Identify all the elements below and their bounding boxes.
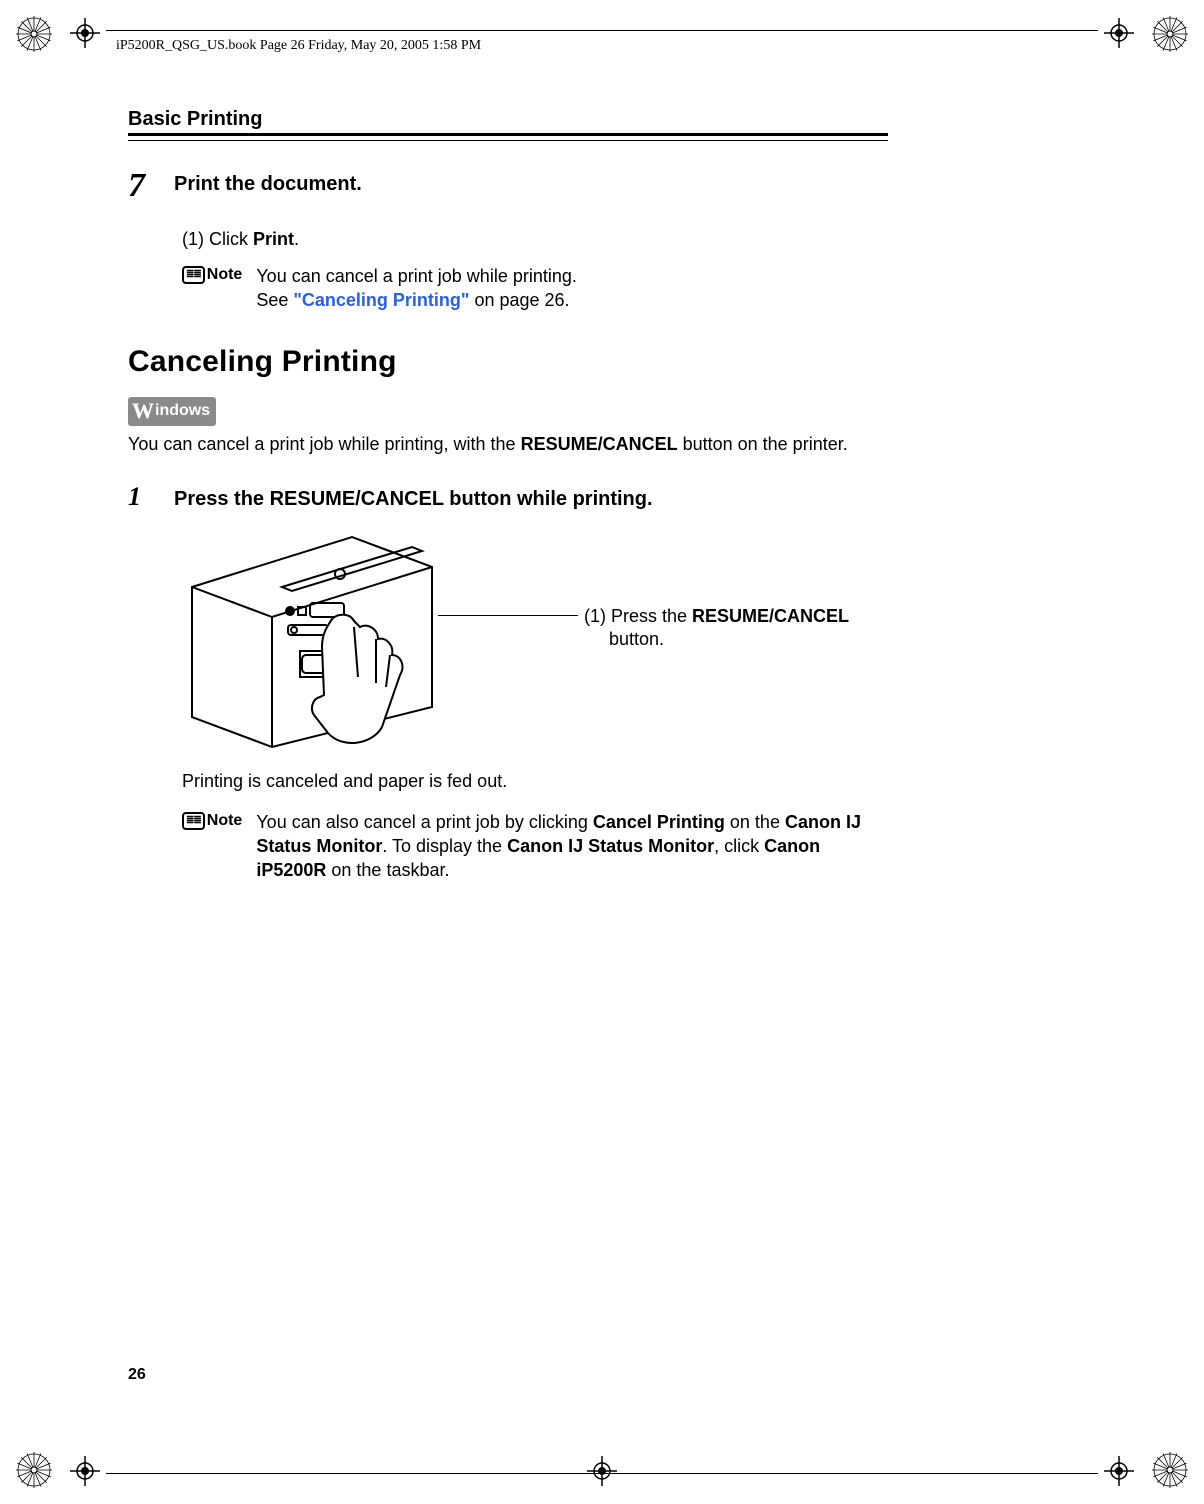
step-1: 1 Press the RESUME/CANCEL button while p… bbox=[128, 484, 888, 511]
note-badge: ≣≣ Note bbox=[182, 810, 242, 832]
note-badge: ≣≣ Note bbox=[182, 264, 242, 286]
intro-suffix: button on the printer. bbox=[678, 434, 848, 454]
callout-line bbox=[438, 615, 578, 616]
crop-target-icon bbox=[70, 1456, 100, 1486]
callout-text: (1) Press the RESUME/CANCEL button. bbox=[584, 605, 849, 652]
heading-canceling-printing: Canceling Printing bbox=[128, 345, 888, 379]
windows-badge: Windows bbox=[128, 397, 216, 426]
note2-t2: on the bbox=[725, 812, 785, 832]
substep-text-prefix: Click bbox=[209, 229, 253, 249]
note2-t1: You can also cancel a print job by click… bbox=[256, 812, 593, 832]
registration-mark-icon bbox=[1152, 1452, 1188, 1488]
printer-figure: (1) Press the RESUME/CANCEL button. bbox=[182, 527, 888, 757]
note-text: You can cancel a print job while printin… bbox=[256, 264, 577, 313]
callout-bold: RESUME/CANCEL bbox=[692, 606, 849, 626]
document-page: iP5200R_QSG_US.book Page 26 Friday, May … bbox=[0, 0, 1204, 1504]
after-figure-text: Printing is canceled and paper is fed ou… bbox=[182, 771, 888, 792]
crop-target-icon bbox=[70, 18, 100, 48]
step-title: Print the document. bbox=[174, 169, 362, 196]
intro-text: You can cancel a print job while printin… bbox=[128, 432, 888, 456]
intro-prefix: You can cancel a print job while printin… bbox=[128, 434, 521, 454]
step-number: 1 bbox=[128, 484, 174, 510]
step-title: Press the RESUME/CANCEL button while pri… bbox=[174, 484, 653, 511]
crop-target-icon bbox=[587, 1456, 617, 1486]
note-text: You can also cancel a print job by click… bbox=[256, 810, 888, 883]
registration-mark-icon bbox=[16, 16, 52, 52]
step1-title-bold: RESUME/CANCEL bbox=[270, 488, 444, 510]
note2-b3: Canon IJ Status Monitor bbox=[507, 836, 714, 856]
note2-t4: , click bbox=[714, 836, 764, 856]
note-step7: ≣≣ Note You can cancel a print job while… bbox=[182, 264, 888, 313]
windows-w: W bbox=[132, 398, 154, 424]
callout-suffix: button. bbox=[609, 629, 664, 649]
crop-target-icon bbox=[1104, 1456, 1134, 1486]
running-header: iP5200R_QSG_US.book Page 26 Friday, May … bbox=[116, 38, 481, 54]
windows-rest: indows bbox=[155, 402, 210, 420]
crop-target-icon bbox=[1104, 18, 1134, 48]
registration-mark-icon bbox=[1152, 16, 1188, 52]
note2-t3: . To display the bbox=[382, 836, 507, 856]
step1-title-prefix: Press the bbox=[174, 488, 270, 510]
note-label: Note bbox=[207, 266, 243, 284]
figure-callout: (1) Press the RESUME/CANCEL button. bbox=[442, 605, 849, 652]
note2-b1: Cancel Printing bbox=[593, 812, 725, 832]
section-title-text: Basic Printing bbox=[128, 108, 262, 130]
section-title: Basic Printing bbox=[128, 108, 888, 133]
note-line2-suffix: on page 26. bbox=[469, 290, 569, 310]
note-label: Note bbox=[207, 812, 243, 830]
note-line2: See "Canceling Printing" on page 26. bbox=[256, 288, 577, 312]
step-7-substep: (1) Click Print. bbox=[182, 229, 888, 250]
substep-text-suffix: . bbox=[294, 229, 299, 249]
note-icon: ≣≣ bbox=[182, 812, 205, 830]
intro-bold: RESUME/CANCEL bbox=[521, 434, 678, 454]
header-rule bbox=[106, 30, 1098, 31]
step1-title-suffix: button while printing. bbox=[444, 488, 653, 510]
note-after-figure: ≣≣ Note You can also cancel a print job … bbox=[182, 810, 888, 883]
footer-rule bbox=[106, 1473, 1098, 1474]
step-7: 7 Print the document. bbox=[128, 169, 888, 203]
note-link[interactable]: "Canceling Printing" bbox=[293, 290, 469, 310]
note-line1: You can cancel a print job while printin… bbox=[256, 264, 577, 288]
page-number: 26 bbox=[128, 1366, 146, 1384]
printer-illustration-icon bbox=[182, 527, 442, 757]
note-icon: ≣≣ bbox=[182, 266, 205, 284]
substep-text-bold: Print bbox=[253, 229, 294, 249]
note2-t5: on the taskbar. bbox=[326, 860, 449, 880]
registration-mark-icon bbox=[16, 1452, 52, 1488]
substep-label: (1) bbox=[182, 229, 204, 249]
callout-prefix: (1) Press the bbox=[584, 606, 692, 626]
note-line2-prefix: See bbox=[256, 290, 293, 310]
step-number: 7 bbox=[128, 169, 174, 203]
